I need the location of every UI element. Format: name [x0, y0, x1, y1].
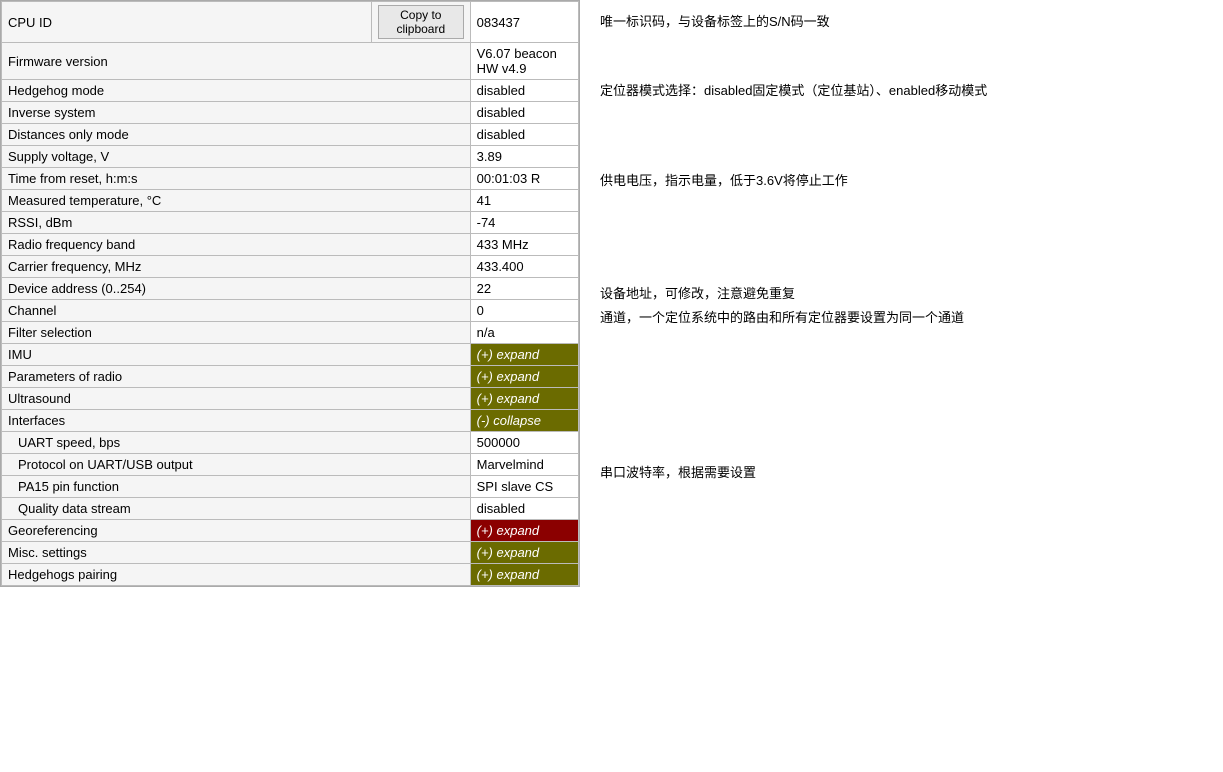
row-value: 3.89 [470, 146, 578, 168]
row-value: disabled [470, 80, 578, 102]
row-value[interactable]: (+) expand [470, 520, 578, 542]
note-line: 设备地址，可修改，注意避免重复 [600, 192, 1203, 305]
row-label: Ultrasound [2, 388, 471, 410]
row-label: Parameters of radio [2, 366, 471, 388]
table-row: Device address (0..254)22 [2, 278, 579, 300]
table-row: Protocol on UART/USB outputMarvelmind [2, 454, 579, 476]
row-label: Distances only mode [2, 124, 471, 146]
table-row: Supply voltage, V3.89 [2, 146, 579, 168]
table-row: Firmware versionV6.07 beacon HW v4.9 [2, 43, 579, 80]
row-label: RSSI, dBm [2, 212, 471, 234]
row-label: Filter selection [2, 322, 471, 344]
note-line: 供电电压，指示电量，低于3.6V将停止工作 [600, 103, 1203, 192]
note-line: 唯一标识码，与设备标签上的S/N码一致 [600, 8, 1203, 33]
table-row: Quality data streamdisabled [2, 498, 579, 520]
row-value[interactable]: (-) collapse [470, 410, 578, 432]
row-value[interactable]: (+) expand [470, 542, 578, 564]
table-row: Time from reset, h:m:s00:01:03 R [2, 168, 579, 190]
table-row: Radio frequency band433 MHz [2, 234, 579, 256]
row-label: Carrier frequency, MHz [2, 256, 471, 278]
table-row: Measured temperature, °C41 [2, 190, 579, 212]
note-line: 串口波特率，根据需要设置 [600, 329, 1203, 484]
device-table: CPU IDCopy to clipboard083437Firmware ve… [1, 1, 579, 586]
row-label: Hedgehog mode [2, 80, 471, 102]
note-line: 定位器模式选择：disabled固定模式（定位基站）、enabled移动模式 [600, 33, 1203, 102]
row-value: -74 [470, 212, 578, 234]
row-label: Interfaces [2, 410, 471, 432]
table-row: Channel0 [2, 300, 579, 322]
table-row: PA15 pin functionSPI slave CS [2, 476, 579, 498]
cpu-id-label: CPU ID [2, 2, 372, 43]
row-label: Georeferencing [2, 520, 471, 542]
copy-to-clipboard-cell[interactable]: Copy to clipboard [372, 2, 471, 43]
row-value: 433 MHz [470, 234, 578, 256]
row-label: IMU [2, 344, 471, 366]
notes-panel: 唯一标识码，与设备标签上的S/N码一致定位器模式选择：disabled固定模式（… [580, 0, 1223, 587]
table-row: Hedgehogs pairing(+) expand [2, 564, 579, 586]
table-row: UART speed, bps500000 [2, 432, 579, 454]
row-value[interactable]: (+) expand [470, 564, 578, 586]
row-value: disabled [470, 498, 578, 520]
table-row: IMU(+) expand [2, 344, 579, 366]
row-value: SPI slave CS [470, 476, 578, 498]
table-row: RSSI, dBm-74 [2, 212, 579, 234]
row-value: 41 [470, 190, 578, 212]
cpu-id-value: 083437 [470, 2, 578, 43]
row-label: UART speed, bps [2, 432, 471, 454]
row-label: Firmware version [2, 43, 471, 80]
row-value: 0 [470, 300, 578, 322]
row-value: 500000 [470, 432, 578, 454]
row-label: Radio frequency band [2, 234, 471, 256]
row-label: PA15 pin function [2, 476, 471, 498]
table-row: Interfaces(-) collapse [2, 410, 579, 432]
row-value: disabled [470, 102, 578, 124]
row-label: Protocol on UART/USB output [2, 454, 471, 476]
table-row: Hedgehog modedisabled [2, 80, 579, 102]
row-value: 00:01:03 R [470, 168, 578, 190]
table-row: Parameters of radio(+) expand [2, 366, 579, 388]
row-label: Device address (0..254) [2, 278, 471, 300]
row-value[interactable]: (+) expand [470, 366, 578, 388]
row-label: Supply voltage, V [2, 146, 471, 168]
row-value[interactable]: (+) expand [470, 388, 578, 410]
table-row: Misc. settings(+) expand [2, 542, 579, 564]
table-row: Carrier frequency, MHz433.400 [2, 256, 579, 278]
copy-to-clipboard-button[interactable]: Copy to clipboard [378, 5, 464, 39]
row-value: n/a [470, 322, 578, 344]
row-value: V6.07 beacon HW v4.9 [470, 43, 578, 80]
device-info-panel: CPU IDCopy to clipboard083437Firmware ve… [0, 0, 580, 587]
row-value[interactable]: (+) expand [470, 344, 578, 366]
table-row: Filter selectionn/a [2, 322, 579, 344]
table-row: Distances only modedisabled [2, 124, 579, 146]
row-value: Marvelmind [470, 454, 578, 476]
row-value: 22 [470, 278, 578, 300]
row-label: Inverse system [2, 102, 471, 124]
row-label: Misc. settings [2, 542, 471, 564]
row-value: 433.400 [470, 256, 578, 278]
row-value: disabled [470, 124, 578, 146]
row-label: Quality data stream [2, 498, 471, 520]
row-label: Time from reset, h:m:s [2, 168, 471, 190]
table-row: Ultrasound(+) expand [2, 388, 579, 410]
note-line: 通道，一个定位系统中的路由和所有定位器要设置为同一个通道 [600, 306, 1203, 329]
row-label: Hedgehogs pairing [2, 564, 471, 586]
row-label: Measured temperature, °C [2, 190, 471, 212]
table-row: CPU IDCopy to clipboard083437 [2, 2, 579, 43]
table-row: Georeferencing(+) expand [2, 520, 579, 542]
row-label: Channel [2, 300, 471, 322]
table-row: Inverse systemdisabled [2, 102, 579, 124]
